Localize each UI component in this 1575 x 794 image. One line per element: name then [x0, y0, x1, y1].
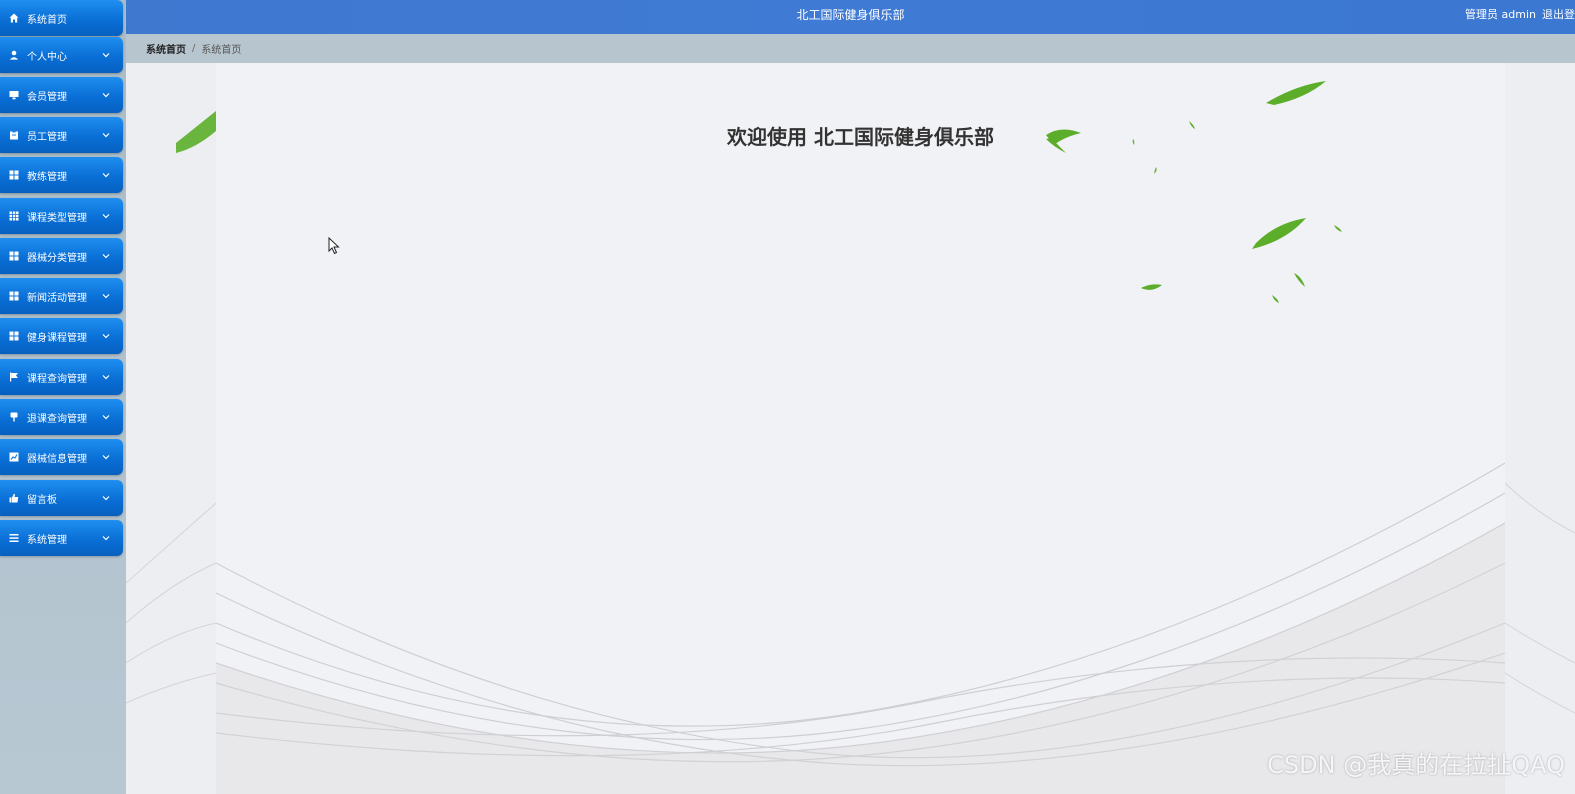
monitor-icon — [8, 89, 20, 101]
breadcrumb-home-link[interactable]: 系统首页 — [146, 41, 186, 56]
sidebar-item-label: 系统首页 — [27, 14, 67, 26]
sidebar-item-label: 退课查询管理 — [27, 413, 87, 425]
sidebar-item-label: 员工管理 — [27, 131, 67, 143]
chevron-down-icon — [101, 372, 111, 382]
sidebar-item-label: 留言板 — [27, 494, 57, 506]
user-area: 管理员 admin 退出登 — [1459, 0, 1575, 28]
pin-icon — [8, 411, 20, 423]
sidebar-item-message-board[interactable]: 留言板 — [0, 480, 123, 516]
sidebar-item-label: 器械信息管理 — [27, 453, 87, 465]
chevron-down-icon — [101, 533, 111, 543]
user-icon — [8, 49, 20, 61]
sidebar-item-personal-center[interactable]: 个人中心 — [0, 37, 123, 73]
chevron-down-icon — [101, 452, 111, 462]
sidebar: 系统首页 个人中心 会员管理 员工管理 教练管理 课程类型管理 器械分类管理 新… — [0, 0, 128, 794]
user-label: 管理员 admin — [1465, 8, 1536, 21]
clipboard-icon — [8, 129, 20, 141]
chart-icon — [8, 451, 20, 463]
thumbs-up-icon — [8, 492, 20, 504]
list-icon — [8, 532, 20, 544]
chevron-down-icon — [101, 50, 111, 60]
grid-icon — [8, 290, 20, 302]
sidebar-item-member-management[interactable]: 会员管理 — [0, 77, 123, 113]
mouse-cursor-icon — [328, 237, 340, 255]
sidebar-item-label: 课程查询管理 — [27, 373, 87, 385]
sidebar-item-staff-management[interactable]: 员工管理 — [0, 117, 123, 153]
grid-icon — [8, 169, 20, 181]
leaf-decoration — [176, 111, 216, 153]
sidebar-item-equipment-category-management[interactable]: 器械分类管理 — [0, 238, 123, 274]
sidebar-item-label: 健身课程管理 — [27, 332, 87, 344]
chevron-down-icon — [101, 251, 111, 261]
sidebar-item-home[interactable]: 系统首页 — [0, 0, 123, 36]
grid-icon — [8, 250, 20, 262]
chevron-down-icon — [101, 493, 111, 503]
falling-leaves — [1046, 81, 1342, 303]
chevron-down-icon — [101, 291, 111, 301]
sidebar-item-label: 新闻活动管理 — [27, 292, 87, 304]
chevron-down-icon — [101, 130, 111, 140]
sidebar-item-course-query-management[interactable]: 课程查询管理 — [0, 359, 123, 395]
flag-icon — [8, 371, 20, 383]
sidebar-item-course-type-management[interactable]: 课程类型管理 — [0, 198, 123, 234]
sidebar-item-course-withdrawal-management[interactable]: 退课查询管理 — [0, 399, 123, 435]
sidebar-item-coach-management[interactable]: 教练管理 — [0, 157, 123, 193]
watermark: CSDN @我真的在拉扯QAQ — [1267, 751, 1565, 779]
sidebar-item-system-management[interactable]: 系统管理 — [0, 520, 123, 556]
top-header: 北工国际健身俱乐部 管理员 admin 退出登 — [126, 0, 1575, 34]
chevron-down-icon — [101, 331, 111, 341]
breadcrumb: 系统首页 / 系统首页 — [126, 34, 1575, 63]
sidebar-item-label: 会员管理 — [27, 91, 67, 103]
chevron-down-icon — [101, 170, 111, 180]
sidebar-item-label: 课程类型管理 — [27, 212, 87, 224]
breadcrumb-current: 系统首页 — [201, 45, 242, 56]
chevron-down-icon — [101, 412, 111, 422]
sidebar-item-label: 教练管理 — [27, 171, 67, 183]
sidebar-item-label: 系统管理 — [27, 534, 67, 546]
home-icon — [8, 12, 20, 24]
sidebar-item-label: 器械分类管理 — [27, 252, 87, 264]
chevron-down-icon — [101, 211, 111, 221]
breadcrumb-separator: / — [192, 43, 196, 54]
welcome-panel: 欢迎使用 北工国际健身俱乐部 — [216, 63, 1505, 794]
sidebar-item-fitness-course-management[interactable]: 健身课程管理 — [0, 318, 123, 354]
sidebar-item-equipment-info-management[interactable]: 器械信息管理 — [0, 439, 123, 475]
logout-link[interactable]: 退出登 — [1542, 6, 1575, 22]
chevron-down-icon — [101, 90, 111, 100]
grid-icon — [8, 330, 20, 342]
app-title: 北工国际健身俱乐部 — [796, 7, 905, 22]
table-icon — [8, 210, 20, 222]
main-content: 欢迎使用 北工国际健身俱乐部 CSDN @我真的在拉扯QAQ — [126, 63, 1575, 794]
sidebar-item-label: 个人中心 — [27, 51, 67, 63]
sidebar-item-news-activity-management[interactable]: 新闻活动管理 — [0, 278, 123, 314]
